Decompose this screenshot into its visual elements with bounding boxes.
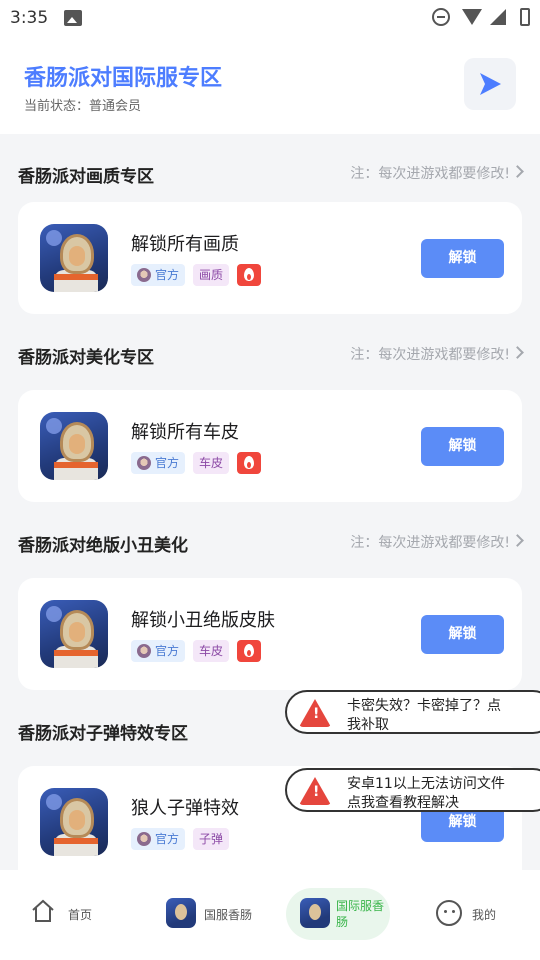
profile-icon [436, 900, 462, 926]
tag-official: 官方 [131, 264, 186, 286]
chevron-right-icon [511, 165, 524, 178]
unlock-button[interactable]: 解锁 [421, 239, 504, 278]
official-icon [137, 832, 151, 846]
section-note: 注：每次进游戏都要修改! [350, 347, 510, 363]
feature-card: 解锁所有画质 官方 画质 解锁 [18, 202, 522, 314]
chevron-right-icon [511, 346, 524, 359]
image-icon [64, 10, 82, 26]
section-title: 香肠派对美化专区 [18, 348, 154, 368]
unlock-button[interactable]: 解锁 [421, 427, 504, 466]
section-header-beautify[interactable]: 香肠派对美化专区 注：每次进游戏都要修改! [18, 339, 524, 368]
nav-profile[interactable]: 我的 [436, 888, 516, 940]
status-time: 3:35 [10, 8, 49, 28]
play-icon [480, 73, 501, 95]
feature-name: 狼人子弹特效 [131, 798, 239, 819]
game-avatar-icon [40, 600, 108, 668]
official-icon [137, 456, 151, 470]
nav-cn-server[interactable]: 国服香肠 [162, 888, 262, 940]
tag-category: 车皮 [193, 640, 230, 662]
nav-home[interactable]: 首页 [30, 888, 120, 940]
tag-list: 官方 子弹 [131, 828, 230, 850]
section-title: 香肠派对绝版小丑美化 [18, 536, 188, 556]
unlock-button[interactable]: 解锁 [421, 615, 504, 654]
feature-name: 解锁小丑绝版皮肤 [131, 610, 275, 631]
tag-official: 官方 [131, 452, 186, 474]
fire-icon [237, 264, 262, 286]
fire-icon [237, 640, 262, 662]
battery-icon [520, 8, 530, 26]
tag-category: 子弹 [193, 828, 230, 850]
tag-list: 官方 车皮 [131, 640, 262, 662]
section-title: 香肠派对子弹特效专区 [18, 724, 188, 744]
page-title: 香肠派对国际服专区 [24, 66, 223, 91]
game-avatar-icon [40, 224, 108, 292]
nav-label: 国际服香肠 [336, 899, 385, 929]
tag-category: 车皮 [193, 452, 230, 474]
section-note: 注：每次进游戏都要修改! [350, 535, 510, 551]
tag-official: 官方 [131, 828, 186, 850]
section-header-clown[interactable]: 香肠派对绝版小丑美化 注：每次进游戏都要修改! [18, 527, 524, 556]
tag-list: 官方 画质 [131, 264, 262, 286]
nav-intl-server[interactable]: 国际服香肠 [286, 888, 390, 940]
page-header: 香肠派对国际服专区 当前状态：普通会员 [0, 36, 540, 134]
membership-status: 当前状态：普通会员 [24, 99, 142, 114]
feature-name: 解锁所有画质 [131, 234, 239, 255]
signal-icon [490, 9, 506, 25]
bottom-nav: 首页 国服香肠 国际服香肠 我的 [0, 870, 540, 960]
section-title: 香肠派对画质专区 [18, 167, 154, 187]
toast-card-key-lost[interactable]: ! 卡密失效？卡密掉了？点 我补取 [285, 690, 540, 734]
game-avatar-icon [300, 898, 330, 928]
game-avatar-icon [40, 788, 108, 856]
feature-card: 解锁所有车皮 官方 车皮 解锁 [18, 390, 522, 502]
toast-text: 安卓11以上无法访问文件 [347, 776, 505, 792]
do-not-disturb-icon [432, 8, 450, 26]
chevron-right-icon [511, 534, 524, 547]
nav-label: 首页 [68, 908, 93, 922]
wifi-icon [462, 9, 482, 25]
game-avatar-icon [40, 412, 108, 480]
nav-label: 我的 [472, 908, 497, 922]
toast-text: 点我查看教程解决 [347, 795, 459, 811]
section-header-quality[interactable]: 香肠派对画质专区 注：每次进游戏都要修改! [18, 158, 524, 187]
nav-label: 国服香肠 [204, 908, 253, 922]
tag-category: 画质 [193, 264, 230, 286]
feature-name: 解锁所有车皮 [131, 422, 239, 443]
official-icon [137, 268, 151, 282]
tag-official: 官方 [131, 640, 186, 662]
feature-card: 解锁小丑绝版皮肤 官方 车皮 解锁 [18, 578, 522, 690]
home-icon [32, 899, 54, 922]
status-bar: 3:35 [0, 0, 540, 36]
fire-icon [237, 452, 262, 474]
official-icon [137, 644, 151, 658]
toast-text: 卡密失效？卡密掉了？点 [347, 698, 501, 714]
toast-android11[interactable]: ! 安卓11以上无法访问文件 点我查看教程解决 [285, 768, 540, 812]
game-avatar-icon [166, 898, 196, 928]
toast-text: 我补取 [347, 717, 389, 733]
launch-game-button[interactable] [464, 58, 516, 110]
tag-list: 官方 车皮 [131, 452, 262, 474]
section-note: 注：每次进游戏都要修改! [350, 166, 510, 182]
